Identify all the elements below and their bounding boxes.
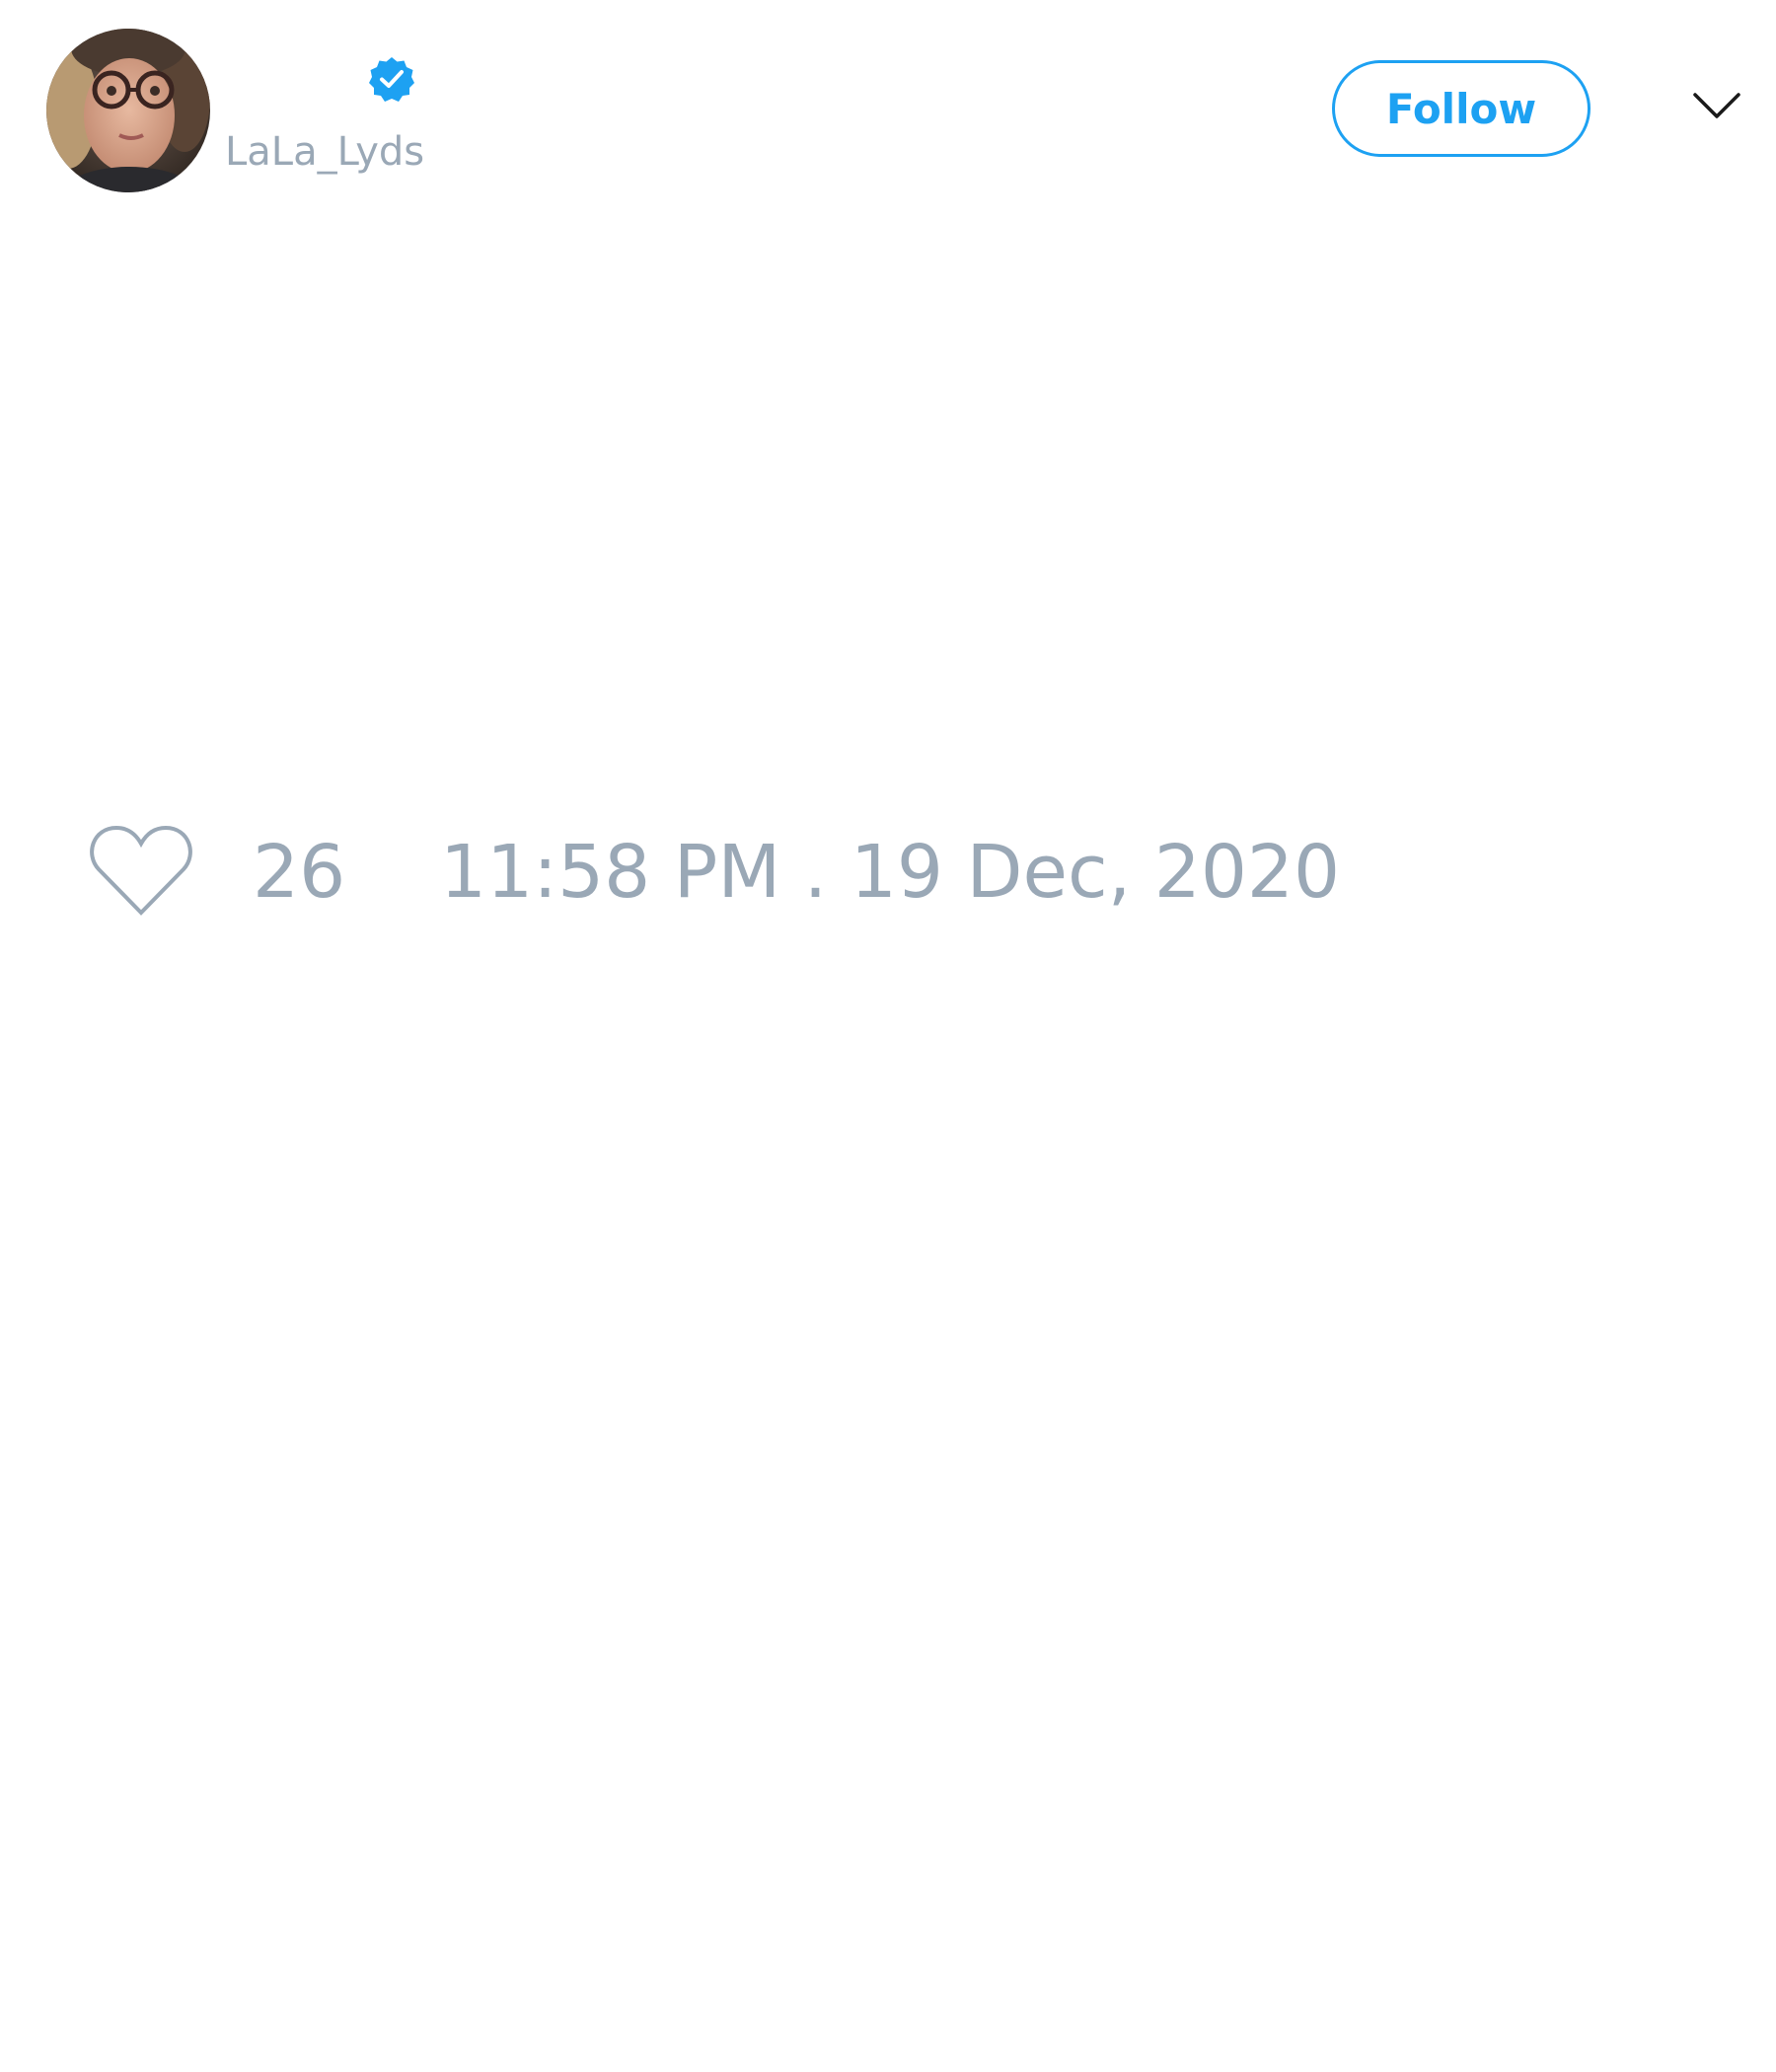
- tweet-card: LaLa_Lyds Follow 26 11:58 PM . 19 Dec, 2…: [0, 0, 1776, 2072]
- follow-button[interactable]: Follow: [1332, 60, 1591, 157]
- heart-outline-icon[interactable]: [89, 822, 193, 919]
- avatar[interactable]: [46, 29, 210, 192]
- verified-badge-icon: [369, 57, 414, 102]
- avatar-image: [46, 29, 210, 192]
- tweet-timestamp[interactable]: 11:58 PM . 19 Dec, 2020: [440, 828, 1340, 917]
- like-count: 26: [253, 830, 346, 915]
- author-handle[interactable]: LaLa_Lyds: [225, 126, 424, 178]
- chevron-down-icon[interactable]: [1692, 89, 1741, 124]
